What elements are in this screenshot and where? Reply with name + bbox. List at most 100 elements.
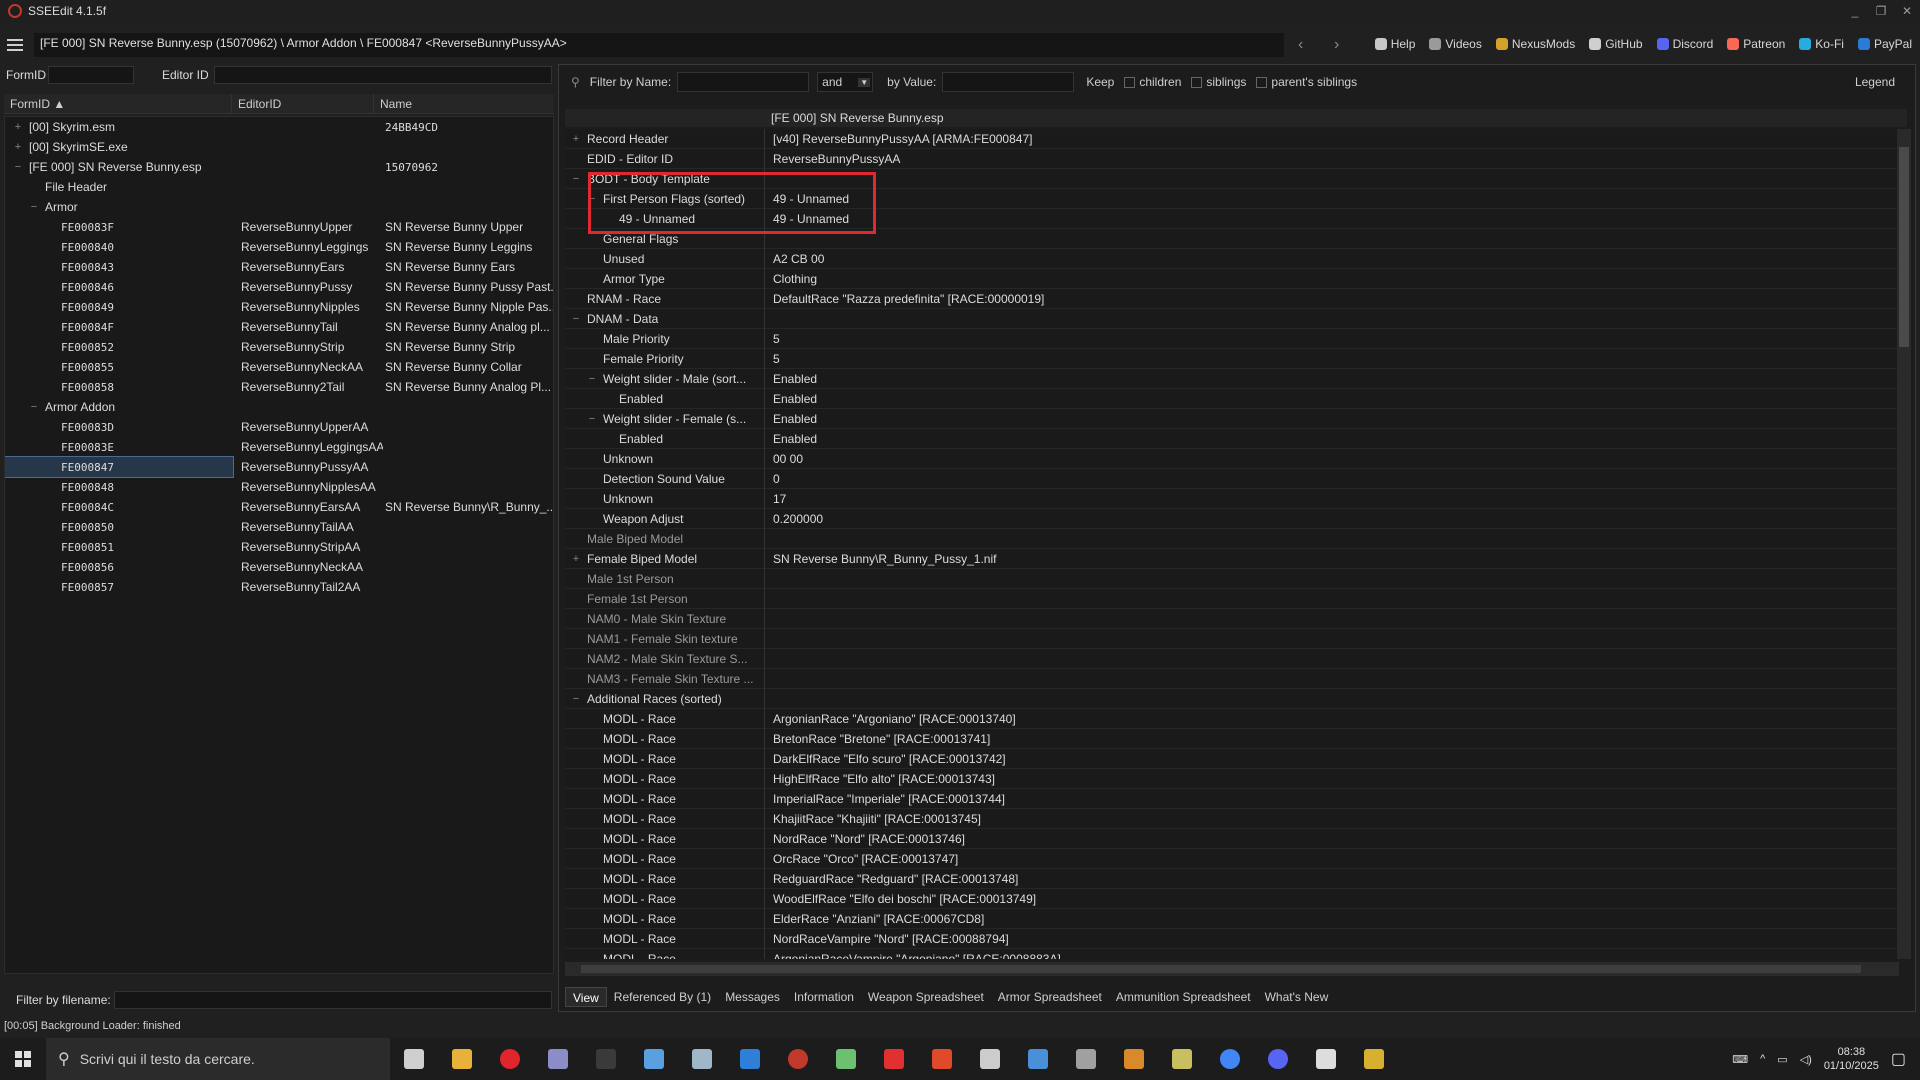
toolbar-link-discord[interactable]: Discord bbox=[1656, 37, 1713, 51]
collapse-icon[interactable]: − bbox=[587, 373, 597, 385]
taskbar-app[interactable] bbox=[1014, 1038, 1062, 1080]
siblings-checkbox[interactable] bbox=[1191, 76, 1203, 88]
tab-weapon-spreadsheet[interactable]: Weapon Spreadsheet bbox=[861, 987, 991, 1007]
record-row[interactable]: Male Biped Model bbox=[565, 529, 1899, 549]
and-dropdown[interactable]: and ▼ bbox=[817, 72, 874, 92]
taskbar-app[interactable] bbox=[438, 1038, 486, 1080]
record-row[interactable]: − Additional Races (sorted) bbox=[565, 689, 1899, 709]
record-row[interactable]: Female Priority 5 bbox=[565, 349, 1899, 369]
record-row[interactable]: − First Person Flags (sorted) 49 - Unnamed bbox=[565, 189, 1899, 209]
scrollbar-thumb[interactable] bbox=[1899, 147, 1909, 347]
record-row[interactable]: NAM2 - Male Skin Texture S... bbox=[565, 649, 1899, 669]
scrollbar-thumb[interactable] bbox=[581, 965, 1861, 973]
vertical-scrollbar[interactable] bbox=[1897, 129, 1911, 959]
toolbar-link-nexusmods[interactable]: NexusMods bbox=[1495, 37, 1575, 51]
record-field-value[interactable]: ReverseBunnyPussyAA bbox=[773, 152, 1893, 166]
tree-row[interactable]: FE000857 ReverseBunnyTail2AA bbox=[5, 577, 553, 597]
volume-icon[interactable]: ◁) bbox=[1800, 1053, 1812, 1066]
tab-messages[interactable]: Messages bbox=[718, 987, 787, 1007]
tree-row[interactable]: FE000849 ReverseBunnyNipples SN Reverse Bu… bbox=[5, 297, 553, 317]
record-row[interactable]: MODL - Race ArgonianRace "Argoniano" [RAC… bbox=[565, 709, 1899, 729]
tree-row[interactable]: FE000858 ReverseBunny2Tail SN Reverse Bunn… bbox=[5, 377, 553, 397]
record-field-value[interactable]: 49 - Unnamed bbox=[773, 212, 1893, 226]
taskbar-app[interactable] bbox=[582, 1038, 630, 1080]
tree-row[interactable]: FE000855 ReverseBunnyNeckAA SN Reverse Bun… bbox=[5, 357, 553, 377]
filter-name-input[interactable] bbox=[677, 72, 810, 92]
taskbar-app[interactable] bbox=[1158, 1038, 1206, 1080]
keyboard-icon[interactable]: ⌨ bbox=[1732, 1053, 1748, 1066]
record-field-value[interactable]: Enabled bbox=[773, 432, 1893, 446]
formid-input[interactable] bbox=[48, 66, 134, 84]
record-row[interactable]: − DNAM - Data bbox=[565, 309, 1899, 329]
tree-row[interactable]: FE000847 ReverseBunnyPussyAA bbox=[5, 456, 553, 478]
record-field-value[interactable]: ImperialRace "Imperiale" [RACE:00013744] bbox=[773, 792, 1893, 806]
taskbar-app[interactable] bbox=[822, 1038, 870, 1080]
collapse-icon[interactable]: − bbox=[571, 173, 581, 185]
tree-row[interactable]: File Header bbox=[5, 177, 553, 197]
network-icon[interactable]: ▭ bbox=[1777, 1053, 1787, 1066]
collapse-icon[interactable]: − bbox=[29, 401, 39, 413]
tree-row[interactable]: FE000856 ReverseBunnyNeckAA bbox=[5, 557, 553, 577]
toolbar-link-help[interactable]: Help bbox=[1374, 37, 1415, 51]
toolbar-link-paypal[interactable]: PayPal bbox=[1857, 37, 1912, 51]
taskbar-app[interactable] bbox=[486, 1038, 534, 1080]
record-field-value[interactable]: 5 bbox=[773, 352, 1893, 366]
collapse-icon[interactable]: − bbox=[13, 161, 23, 173]
record-field-value[interactable]: 00 00 bbox=[773, 452, 1893, 466]
taskbar-app[interactable] bbox=[534, 1038, 582, 1080]
record-field-value[interactable]: OrcRace "Orco" [RACE:00013747] bbox=[773, 852, 1893, 866]
record-row[interactable]: MODL - Race WoodElfRace "Elfo dei boschi"… bbox=[565, 889, 1899, 909]
record-row[interactable]: − Weight slider - Male (sort... Enabled bbox=[565, 369, 1899, 389]
record-row[interactable]: Unknown 00 00 bbox=[565, 449, 1899, 469]
toolbar-link-github[interactable]: GitHub bbox=[1589, 37, 1643, 51]
record-row[interactable]: Female 1st Person bbox=[565, 589, 1899, 609]
record-field-value[interactable]: ArgonianRace "Argoniano" [RACE:00013740] bbox=[773, 712, 1893, 726]
record-field-value[interactable]: NordRace "Nord" [RACE:00013746] bbox=[773, 832, 1893, 846]
record-field-value[interactable]: KhajiitRace "Khajiiti" [RACE:00013745] bbox=[773, 812, 1893, 826]
column-formid[interactable]: FormID ▲ bbox=[4, 94, 232, 113]
notification-icon[interactable]: ▢ bbox=[1891, 1049, 1906, 1069]
taskbar-app[interactable] bbox=[918, 1038, 966, 1080]
expand-icon[interactable]: + bbox=[571, 133, 581, 145]
record-field-value[interactable]: Enabled bbox=[773, 372, 1893, 386]
record-row[interactable]: NAM3 - Female Skin Texture ... bbox=[565, 669, 1899, 689]
record-row[interactable]: RNAM - Race DefaultRace "Razza predefinit… bbox=[565, 289, 1899, 309]
record-row[interactable]: − Weight slider - Female (s... Enabled bbox=[565, 409, 1899, 429]
tab-ammunition-spreadsheet[interactable]: Ammunition Spreadsheet bbox=[1109, 987, 1258, 1007]
record-field-value[interactable]: 0.200000 bbox=[773, 512, 1893, 526]
record-row[interactable]: Unused A2 CB 00 bbox=[565, 249, 1899, 269]
record-field-value[interactable]: NordRaceVampire "Nord" [RACE:00088794] bbox=[773, 932, 1893, 946]
record-row[interactable]: MODL - Race ArgonianRaceVampire "Argonian… bbox=[565, 949, 1899, 959]
horizontal-scrollbar[interactable] bbox=[565, 962, 1899, 976]
tab-view[interactable]: View bbox=[565, 987, 607, 1007]
maximize-button[interactable]: ❐ bbox=[1868, 0, 1894, 22]
record-field-value[interactable]: DarkElfRace "Elfo scuro" [RACE:00013742] bbox=[773, 752, 1893, 766]
record-row[interactable]: Enabled Enabled bbox=[565, 429, 1899, 449]
expand-icon[interactable]: + bbox=[13, 141, 23, 153]
tree-row[interactable]: FE000852 ReverseBunnyStrip SN Reverse Bunn… bbox=[5, 337, 553, 357]
legend-button[interactable]: Legend bbox=[1855, 75, 1895, 89]
record-field-value[interactable]: 5 bbox=[773, 332, 1893, 346]
record-row[interactable]: − BODT - Body Template bbox=[565, 169, 1899, 189]
expand-icon[interactable]: + bbox=[13, 121, 23, 133]
tree-row[interactable]: FE00083F ReverseBunnyUpper SN Reverse Bunn… bbox=[5, 217, 553, 237]
record-field-value[interactable]: RedguardRace "Redguard" [RACE:00013748] bbox=[773, 872, 1893, 886]
taskbar-app[interactable] bbox=[774, 1038, 822, 1080]
collapse-icon[interactable]: − bbox=[587, 193, 597, 205]
tree-row[interactable]: FE000848 ReverseBunnyNipplesAA bbox=[5, 477, 553, 497]
tree-row[interactable]: + [00] Skyrim.esm 24BB49CD bbox=[5, 117, 553, 137]
record-field-value[interactable]: [v40] ReverseBunnyPussyAA [ARMA:FE000847… bbox=[773, 132, 1893, 146]
record-row[interactable]: Detection Sound Value 0 bbox=[565, 469, 1899, 489]
toolbar-link-videos[interactable]: Videos bbox=[1429, 37, 1482, 51]
record-row[interactable]: Unknown 17 bbox=[565, 489, 1899, 509]
record-row[interactable]: General Flags bbox=[565, 229, 1899, 249]
taskbar-app[interactable] bbox=[726, 1038, 774, 1080]
tree-row[interactable]: FE000850 ReverseBunnyTailAA bbox=[5, 517, 553, 537]
tree-row[interactable]: − Armor Addon bbox=[5, 397, 553, 417]
record-row[interactable]: MODL - Race RedguardRace "Redguard" [RACE… bbox=[565, 869, 1899, 889]
record-field-value[interactable]: 17 bbox=[773, 492, 1893, 506]
record-row[interactable]: + Record Header [v40] ReverseBunnyPussyAA … bbox=[565, 129, 1899, 149]
close-button[interactable]: ✕ bbox=[1894, 0, 1920, 22]
collapse-icon[interactable]: − bbox=[587, 413, 597, 425]
by-value-input[interactable] bbox=[942, 72, 1075, 92]
